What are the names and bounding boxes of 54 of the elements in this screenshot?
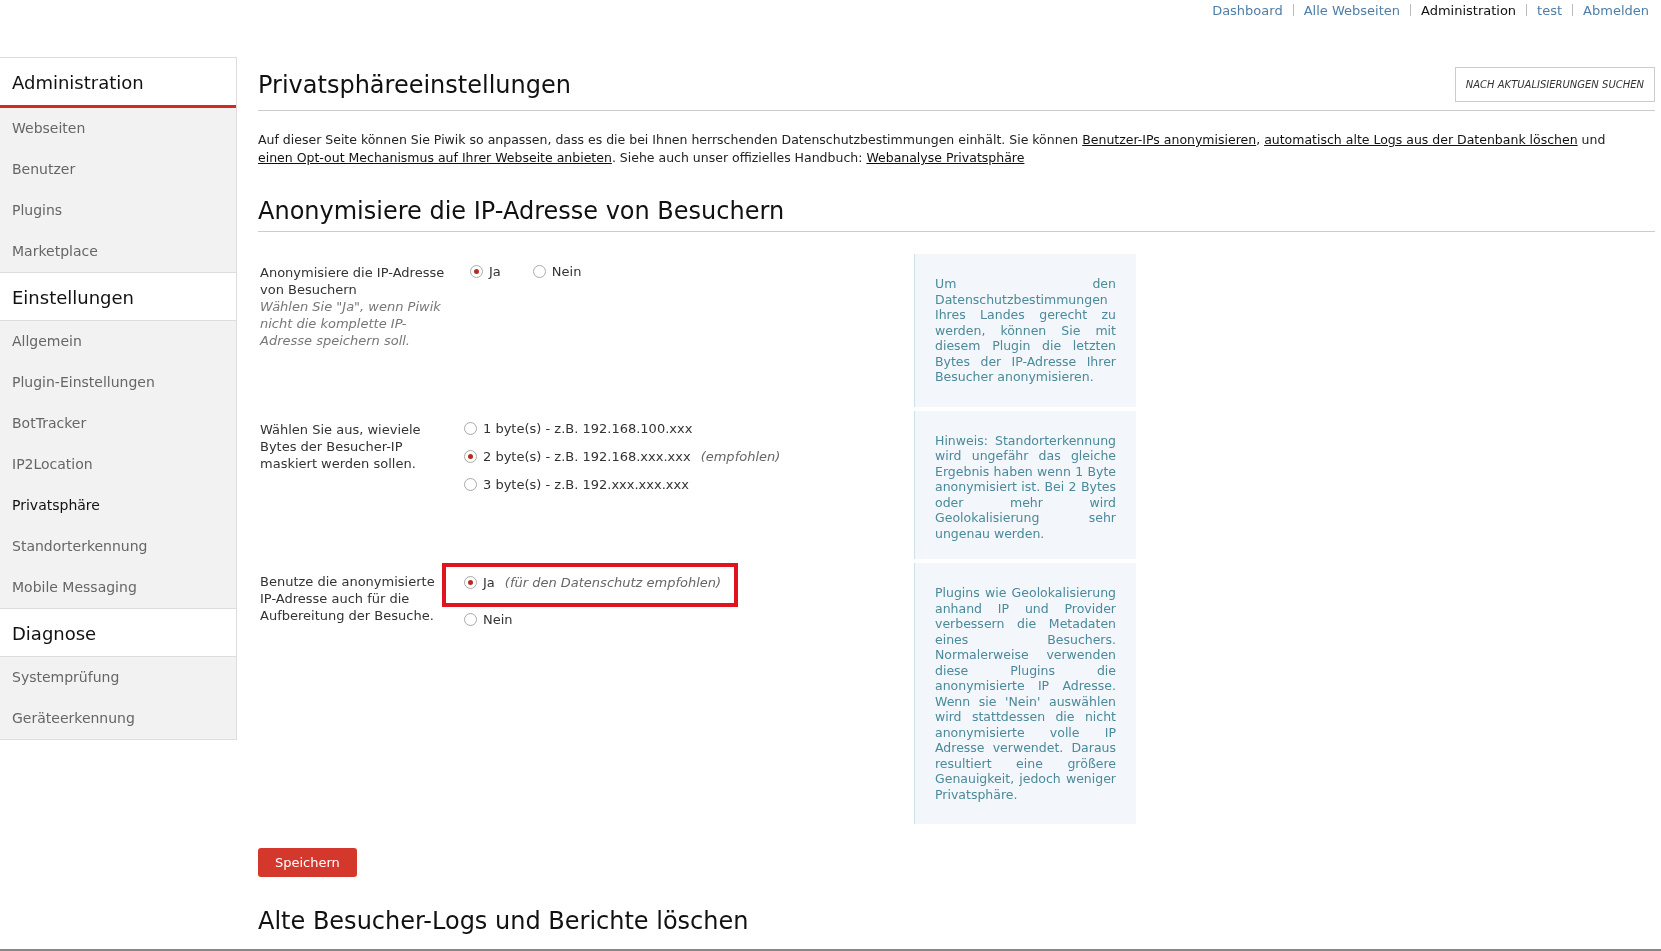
intro-link[interactable]: Webanalyse Privatsphäre	[866, 150, 1025, 165]
sidebar-item[interactable]: Plugins	[0, 190, 236, 231]
radio-button[interactable]	[464, 613, 477, 626]
sidebar-item[interactable]: Privatsphäre	[0, 485, 236, 526]
intro-link[interactable]: Benutzer-IPs anonymisieren	[1082, 132, 1257, 147]
option-label[interactable]: 3 byte(s) - z.B. 192.xxx.xxx.xxx	[483, 476, 689, 492]
sidebar-item[interactable]: Webseiten	[0, 108, 236, 149]
sidebar-item[interactable]: Geräteerkennung	[0, 698, 236, 739]
option-label[interactable]: Ja	[483, 575, 495, 590]
radio-button[interactable]	[470, 265, 483, 278]
top-nav-link[interactable]: Alle Webseiten	[1303, 2, 1400, 18]
option-note: (empfohlen)	[700, 448, 781, 464]
setting-label: Benutze die anonymisierte IP-Adresse auch für die Aufbereitung der Besuche.	[260, 573, 436, 624]
radio-button[interactable]	[464, 576, 477, 589]
sidebar-item[interactable]: Benutzer	[0, 149, 236, 190]
sidebar-heading[interactable]: Einstellungen	[0, 272, 236, 321]
sidebar-item[interactable]: IP2Location	[0, 444, 236, 485]
option-note: (für den Datenschutz empfohlen)	[504, 575, 722, 590]
sidebar-item[interactable]: Mobile Messaging	[0, 567, 236, 608]
intro-link[interactable]: einen Opt-out Mechanismus auf Ihrer Webseite anbieten	[258, 150, 612, 165]
option-label[interactable]: Ja	[489, 264, 501, 279]
option-label[interactable]: 1 byte(s) - z.B. 192.168.100.xxx	[483, 420, 693, 436]
page-title: Privatsphäreeinstellungen	[258, 70, 571, 99]
section-title: Anonymisiere die IP-Adresse von Besuchern	[258, 197, 1655, 232]
setting-label: Anonymisiere die IP-Adresse von Besuchern	[260, 264, 446, 298]
top-nav-link[interactable]: Administration	[1420, 2, 1517, 18]
radio-button[interactable]	[464, 449, 477, 463]
setting-hint: Wählen Sie "Ja", wenn Piwik nicht die komplette IP-Adresse speichern soll.	[260, 298, 442, 349]
top-nav-link[interactable]: Dashboard	[1212, 2, 1283, 18]
option-label[interactable]: Nein	[483, 612, 513, 627]
section-title: Alte Besucher-Logs und Berichte löschen	[258, 907, 750, 935]
intro-paragraph: Auf dieser Seite können Sie Piwik so anpassen, dass es die bei Ihnen herrschenden Datenschutzbestimmungen einhält. Sie können Benutzer-IPs anonymisieren, automatisch alte Logs aus der Datenbank löschen und einen Opt-out Mechanismus auf Ihrer Webseite anbieten. Siehe auch unser offizielles Handbuch: Webanalyse Privatsphäre	[258, 131, 1607, 167]
top-nav-link[interactable]: test	[1537, 2, 1563, 18]
sidebar-item[interactable]: Standorterkennung	[0, 526, 236, 567]
sidebar-item[interactable]: Systemprüfung	[0, 657, 236, 698]
help-box: Plugins wie Geolokalisierung anhand IP und Provider verbessern die Metadaten eines Besuchers. Normalerweise verwenden diese Plugins die anonymisierte IP Adresse. Wenn sie 'Nein' auswählen wird stattdessen die nicht anonymisierte volle IP Adresse verwendet. Daraus resultiert eine größere Genauigkeit, jedoch weniger Privatsphäre.	[914, 563, 1136, 824]
option-label[interactable]: 2 byte(s) - z.B. 192.168.xxx.xxx	[483, 448, 691, 464]
sidebar-item[interactable]: BotTracker	[0, 403, 236, 444]
radio-button[interactable]	[464, 477, 477, 491]
help-box: Hinweis: Standorterkennung wird ungefähr das gleiche Ergebnis haben wenn 1 Byte anonymisiert ist. Bei 2 Bytes oder mehr wird Geolokalisierung sehr ungenau werden.	[914, 410, 1136, 559]
setting-label: Wählen Sie aus, wieviele Bytes der Besucher-IP maskiert werden sollen.	[260, 420, 422, 472]
radio-button[interactable]	[532, 265, 546, 278]
sidebar-item[interactable]: Marketplace	[0, 231, 236, 272]
option-label[interactable]: Nein	[551, 264, 582, 279]
help-box: Um den Datenschutzbestimmungen Ihres Landes gerecht zu werden, können Sie mit diesem Plugin die letzten Bytes der IP-Adresse Ihrer Besucher anonymisieren.	[914, 254, 1136, 407]
sidebar-item[interactable]: Plugin-Einstellungen	[0, 362, 236, 403]
sidebar-heading[interactable]: Diagnose	[0, 608, 236, 657]
check-updates-button[interactable]: NACH AKTUALISIERUNGEN SUCHEN	[1454, 67, 1655, 102]
save-button[interactable]: Speichern	[258, 848, 357, 877]
sidebar-item[interactable]: Allgemein	[0, 321, 236, 362]
intro-link[interactable]: automatisch alte Logs aus der Datenbank löschen	[1264, 132, 1578, 147]
top-nav-link[interactable]: Abmelden	[1583, 2, 1649, 18]
radio-button[interactable]	[464, 421, 477, 435]
sidebar-heading[interactable]: Administration	[0, 58, 236, 108]
